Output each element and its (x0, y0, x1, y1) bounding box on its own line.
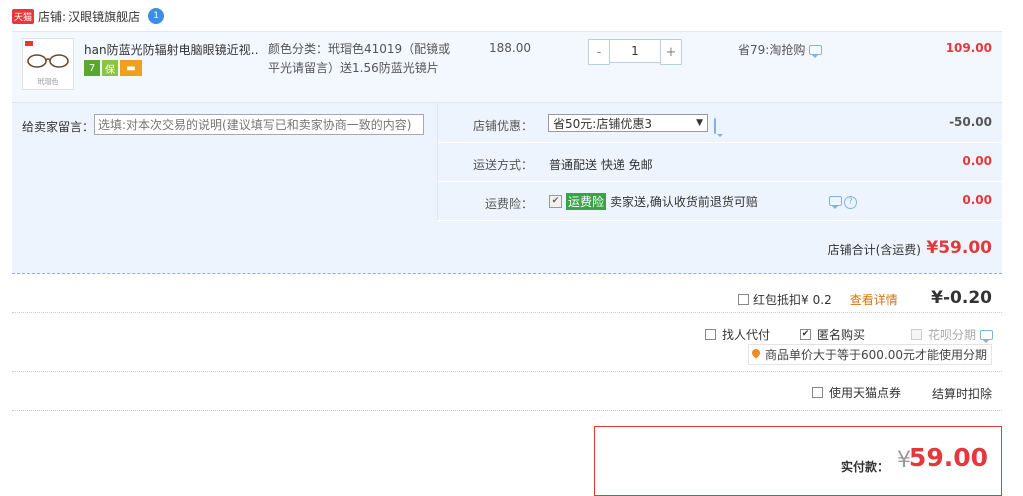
points-checkbox[interactable] (812, 387, 823, 398)
payment-total: 59.00 (908, 443, 988, 472)
shipping-value: 0.00 (962, 154, 992, 168)
proxy-pay-option: 找人代付 (705, 326, 770, 343)
quantity-stepper: - + (588, 39, 682, 65)
points-option: 使用天猫点券 (812, 384, 901, 401)
dropdown-arrow-icon: ▼ (696, 118, 703, 128)
row-divider (438, 181, 1002, 182)
quantity-input[interactable] (610, 39, 660, 63)
huabei-label: 花呗分期 (928, 328, 977, 342)
shipping-method: 普通配送 快递 免邮 (549, 158, 653, 172)
insurance-icons: ? (829, 196, 857, 209)
insurance-tag: 运费险 (566, 193, 607, 210)
sku-line: 颜色分类：玳瑁色41019（配镜或 (268, 42, 451, 56)
insurance-checkbox: ✔ (549, 195, 562, 208)
redpacket-row: 红包抵扣¥ 0.2 查看详情 (738, 291, 898, 308)
payment-label: 实付款： (840, 460, 889, 474)
shop-header: 天猫 店铺: 汉眼镜旗舰店 1 (12, 6, 165, 26)
glasses-icon (27, 54, 69, 68)
tmall-badge: 天猫 (12, 8, 35, 24)
redpacket-amount: 0.2 (812, 292, 832, 307)
huabei-detail-icon[interactable] (980, 329, 994, 343)
insurance-detail-icon[interactable] (829, 196, 842, 209)
unit-price: 188.00 (489, 41, 531, 55)
insurance-info: ✔ 运费险 卖家送,确认收货前退货可赔 (549, 193, 758, 210)
redpacket-checkbox[interactable] (738, 294, 749, 305)
redpacket-label: 红包抵扣¥ (753, 293, 809, 307)
seven-day-return-icon: 7 (84, 60, 100, 76)
guarantee-icon: 保 (102, 60, 118, 76)
location-pin-icon (750, 347, 762, 359)
quantity-increase-button[interactable]: + (660, 39, 682, 65)
installment-tip: 商品单价大于等于600.00元才能使用分期 (748, 344, 992, 365)
row-divider (438, 220, 1002, 221)
shop-total-value: ¥59.00 (926, 238, 992, 258)
shop-total-label: 店铺合计(含运费) (827, 243, 921, 257)
product-title-link[interactable]: han防蓝光防辐射电脑眼镜近视… (84, 41, 260, 58)
points-label: 使用天猫点券 (829, 386, 902, 400)
promo-text: 省79:淘抢购 (738, 43, 806, 57)
installment-tip-text: 商品单价大于等于600.00元才能使用分期 (765, 348, 987, 362)
divider (12, 371, 1002, 372)
shop-discount-selected: 省50元:店铺优惠3 (553, 116, 652, 131)
divider (12, 312, 1002, 313)
quantity-decrease-button[interactable]: - (588, 39, 610, 65)
promo-detail-icon[interactable] (809, 44, 823, 58)
item-subtotal: 109.00 (945, 41, 992, 55)
anonymous-option: ✔ 匿名购买 (800, 326, 865, 343)
thumbnail-caption: 玳瑁色 (37, 78, 59, 86)
shop-label: 店铺: (38, 9, 67, 24)
redpacket-value: ¥-0.20 (931, 288, 992, 308)
shop-discount-select[interactable]: 省50元:店铺优惠3 ▼ (548, 114, 708, 132)
promo-info: 省79:淘抢购 (738, 41, 823, 58)
help-icon[interactable]: ? (844, 196, 857, 209)
proxy-pay-label: 找人代付 (722, 328, 771, 342)
insurance-label: 运费险： (484, 197, 533, 211)
sku-info: 颜色分类：玳瑁色41019（配镜或 平光请留言）送1.56防蓝光镜片 (268, 40, 458, 78)
proxy-pay-checkbox[interactable] (705, 329, 716, 340)
huabei-checkbox[interactable] (911, 329, 922, 340)
shop-discount-value: -50.00 (949, 115, 992, 129)
anonymous-label: 匿名购买 (817, 328, 866, 342)
insurance-value: 0.00 (962, 193, 992, 207)
huabei-option: 花呗分期 (911, 326, 994, 343)
shop-name-link[interactable]: 汉眼镜旗舰店 (68, 8, 140, 25)
brand-mark (25, 41, 33, 46)
divider (12, 410, 1002, 411)
message-label: 给卖家留言： (22, 120, 95, 134)
redpacket-detail-link[interactable]: 查看详情 (850, 291, 898, 308)
shop-discount-label: 店铺优惠： (472, 119, 533, 133)
points-note: 结算时扣除 (931, 387, 992, 401)
product-thumbnail[interactable]: 玳瑁色 (22, 38, 74, 90)
wangwang-chat-icon[interactable]: 1 (148, 8, 165, 24)
service-badges: 7 保 ▬ (84, 60, 142, 76)
sku-line: 平光请留言）送1.56防蓝光镜片 (268, 61, 439, 75)
shipping-label: 运送方式： (472, 158, 533, 172)
credit-card-icon: ▬ (120, 60, 142, 76)
row-divider (438, 142, 1002, 143)
discount-detail-icon[interactable] (714, 118, 716, 134)
seller-message-input[interactable] (94, 114, 424, 135)
insurance-text: 卖家送,确认收货前退货可赔 (610, 195, 758, 209)
anonymous-checkbox[interactable]: ✔ (800, 329, 811, 340)
